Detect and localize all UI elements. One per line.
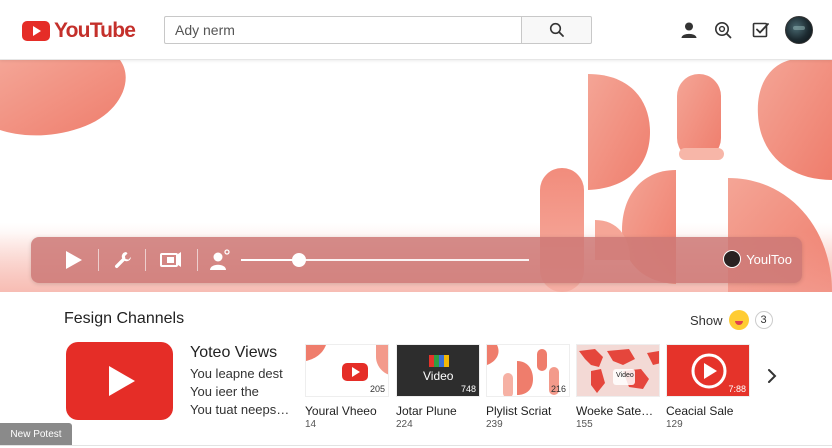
- divider: [98, 249, 99, 271]
- featured-video-thumbnail[interactable]: [66, 342, 173, 420]
- seek-progress: [241, 259, 299, 261]
- avatar[interactable]: [785, 16, 813, 44]
- search-button[interactable]: [521, 16, 592, 44]
- divider: [197, 249, 198, 271]
- cast-icon: [160, 252, 181, 267]
- play-icon: [66, 251, 82, 269]
- top-header: YouTube: [0, 0, 832, 60]
- video-thumbnail: 205: [305, 344, 389, 397]
- featured-description-line: You ieer the: [190, 384, 259, 399]
- new-post-button[interactable]: New Potest: [0, 423, 72, 445]
- channel-badge[interactable]: YoulToo: [723, 250, 792, 268]
- search-icon: [549, 22, 564, 37]
- person-icon: [210, 249, 230, 270]
- video-card[interactable]: 7:88 Ceacial Sale 129: [666, 344, 750, 430]
- section-title: Fesign Channels: [64, 310, 185, 327]
- channel-avatar-icon: [723, 250, 742, 268]
- logo-text: YouTube: [54, 19, 136, 42]
- card-title: Woeke Sate…: [576, 404, 654, 418]
- play-button[interactable]: [61, 248, 85, 272]
- video-player-controls: YoulToo: [31, 237, 802, 283]
- card-title: Jotar Plune: [396, 404, 457, 418]
- card-views: 239: [486, 419, 503, 430]
- video-card[interactable]: Video Woeke Sate… 155: [576, 344, 660, 430]
- show-toggle[interactable]: Show 3: [690, 310, 773, 330]
- video-card[interactable]: Video 748 Jotar Plune 224: [396, 344, 480, 430]
- divider: [145, 249, 146, 271]
- duration-label: 216: [550, 384, 566, 394]
- duration-label: 205: [369, 384, 385, 394]
- video-card[interactable]: 216 Plylist Scriat 239: [486, 344, 570, 430]
- video-thumbnail: Video: [576, 344, 660, 397]
- search-bar: [164, 16, 592, 44]
- wrench-icon: [115, 252, 131, 268]
- video-thumbnail: Video 748: [396, 344, 480, 397]
- duration-label: 7:88: [728, 384, 746, 394]
- youtube-play-logo-icon: [22, 21, 50, 41]
- video-thumbnail: 216: [486, 344, 570, 397]
- card-views: 14: [305, 419, 317, 430]
- show-count-badge: 3: [754, 311, 773, 329]
- emoji-icon: [728, 310, 749, 330]
- chevron-right-icon: [768, 369, 777, 383]
- featured-title[interactable]: Yoteo Views: [190, 344, 277, 362]
- settings-button[interactable]: [111, 248, 135, 272]
- card-title: Youral Vheeo: [305, 404, 377, 418]
- checkbox-icon[interactable]: [750, 19, 772, 41]
- thumbnail-label: Video: [423, 369, 454, 383]
- card-views: 129: [666, 419, 683, 430]
- carousel-next-button[interactable]: [762, 366, 782, 386]
- video-card[interactable]: 205 Youral Vheeo 14: [305, 344, 389, 430]
- profile-button[interactable]: [208, 248, 232, 272]
- card-title: Plylist Scriat: [486, 404, 552, 418]
- youtube-logo[interactable]: YouTube: [22, 18, 136, 44]
- seek-thumb[interactable]: [291, 253, 306, 267]
- search-input[interactable]: [164, 16, 521, 44]
- thumbnail-label: Video: [616, 372, 634, 379]
- channel-badge-label: YoulToo: [746, 251, 792, 267]
- card-views: 224: [396, 419, 413, 430]
- card-views: 155: [576, 419, 593, 430]
- card-title: Ceacial Sale: [666, 404, 734, 418]
- search-circle-icon[interactable]: [712, 19, 734, 41]
- featured-description-line: You leapne dest: [190, 366, 283, 381]
- duration-label: 748: [460, 384, 476, 394]
- cast-button[interactable]: [158, 248, 184, 272]
- featured-description-line: You tuat neeps…: [190, 402, 290, 417]
- divider: [0, 445, 832, 446]
- account-icon[interactable]: [678, 19, 700, 41]
- show-label: Show: [690, 312, 723, 328]
- video-thumbnail: 7:88: [666, 344, 750, 397]
- seek-bar[interactable]: [241, 253, 529, 267]
